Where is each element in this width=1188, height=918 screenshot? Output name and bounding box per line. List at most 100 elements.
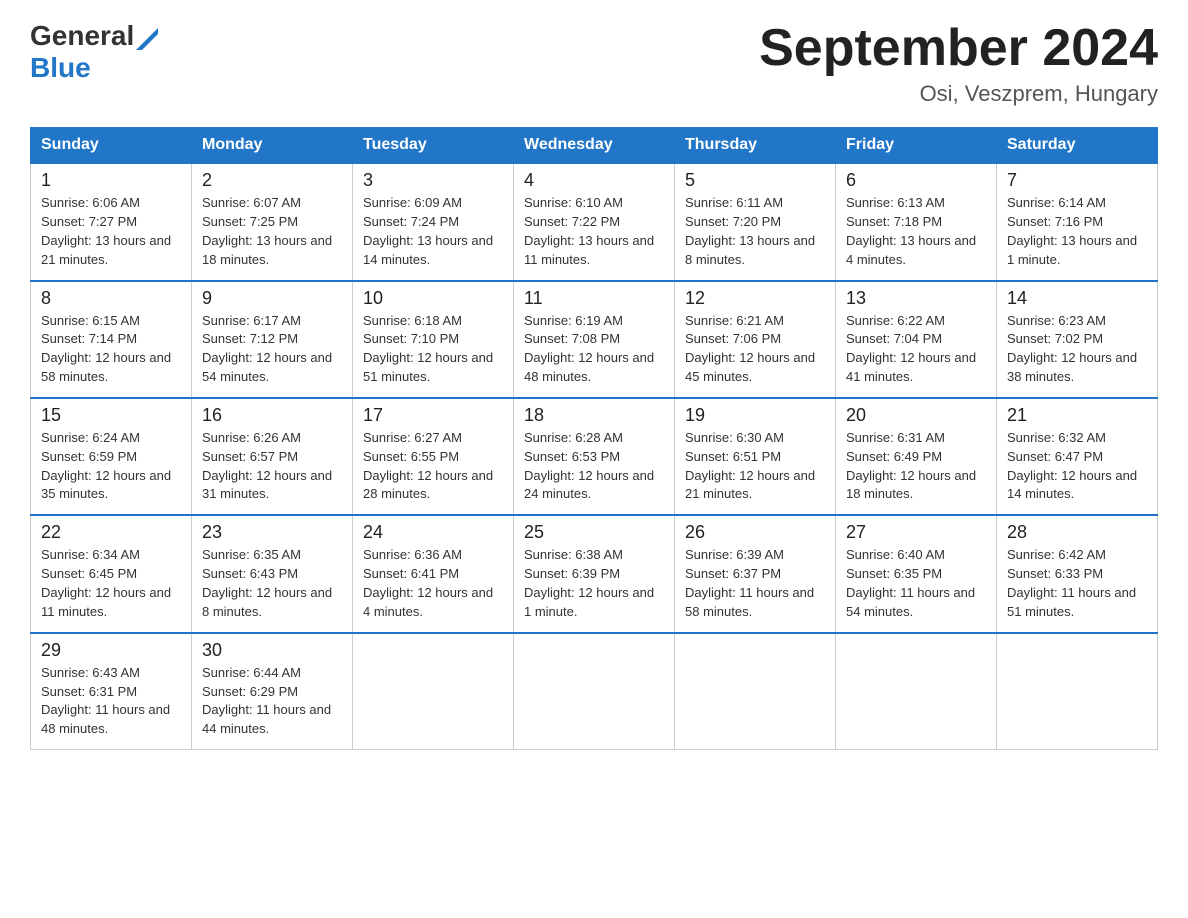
day-number: 30 <box>202 640 342 661</box>
day-of-week-header: Monday <box>192 128 353 164</box>
calendar-cell: 28Sunrise: 6:42 AMSunset: 6:33 PMDayligh… <box>997 515 1158 632</box>
day-number: 13 <box>846 288 986 309</box>
calendar-week-row: 15 Sunrise: 6:24 AMSunset: 6:59 PMDayligh… <box>31 398 1158 515</box>
logo-blue-text: Blue <box>30 52 91 83</box>
calendar-cell: 30 Sunrise: 6:44 AMSunset: 6:29 PMDayligh… <box>192 633 353 750</box>
calendar-week-row: 1 Sunrise: 6:06 AMSunset: 7:27 PMDaylight… <box>31 163 1158 280</box>
day-number: 14 <box>1007 288 1147 309</box>
day-number: 23 <box>202 522 342 543</box>
calendar-cell: 15 Sunrise: 6:24 AMSunset: 6:59 PMDayligh… <box>31 398 192 515</box>
logo-triangle-icon <box>136 22 158 50</box>
day-info: Sunrise: 6:07 AMSunset: 7:25 PMDaylight:… <box>202 194 342 269</box>
calendar-cell: 8 Sunrise: 6:15 AMSunset: 7:14 PMDaylight… <box>31 281 192 398</box>
day-number: 17 <box>363 405 503 426</box>
day-number: 11 <box>524 288 664 309</box>
day-info: Sunrise: 6:34 AMSunset: 6:45 PMDaylight:… <box>41 546 181 621</box>
day-number: 9 <box>202 288 342 309</box>
calendar-week-row: 8 Sunrise: 6:15 AMSunset: 7:14 PMDaylight… <box>31 281 1158 398</box>
day-number: 1 <box>41 170 181 191</box>
day-of-week-header: Sunday <box>31 128 192 164</box>
day-of-week-header: Saturday <box>997 128 1158 164</box>
day-info: Sunrise: 6:13 AMSunset: 7:18 PMDaylight:… <box>846 194 986 269</box>
day-number: 15 <box>41 405 181 426</box>
day-info: Sunrise: 6:28 AMSunset: 6:53 PMDaylight:… <box>524 429 664 504</box>
day-number: 8 <box>41 288 181 309</box>
day-number: 27 <box>846 522 986 543</box>
calendar-cell <box>514 633 675 750</box>
calendar-cell: 19 Sunrise: 6:30 AMSunset: 6:51 PMDayligh… <box>675 398 836 515</box>
logo-general-text: General <box>30 20 134 52</box>
day-number: 5 <box>685 170 825 191</box>
day-info: Sunrise: 6:23 AMSunset: 7:02 PMDaylight:… <box>1007 312 1147 387</box>
day-info: Sunrise: 6:36 AMSunset: 6:41 PMDaylight:… <box>363 546 503 621</box>
calendar-cell: 1 Sunrise: 6:06 AMSunset: 7:27 PMDaylight… <box>31 163 192 280</box>
day-number: 3 <box>363 170 503 191</box>
day-info: Sunrise: 6:18 AMSunset: 7:10 PMDaylight:… <box>363 312 503 387</box>
calendar-cell <box>997 633 1158 750</box>
calendar-cell: 3Sunrise: 6:09 AMSunset: 7:24 PMDaylight… <box>353 163 514 280</box>
day-number: 2 <box>202 170 342 191</box>
calendar-cell: 16 Sunrise: 6:26 AMSunset: 6:57 PMDayligh… <box>192 398 353 515</box>
day-number: 4 <box>524 170 664 191</box>
day-info: Sunrise: 6:30 AMSunset: 6:51 PMDaylight:… <box>685 429 825 504</box>
day-number: 19 <box>685 405 825 426</box>
day-number: 24 <box>363 522 503 543</box>
day-info: Sunrise: 6:24 AMSunset: 6:59 PMDaylight:… <box>41 429 181 504</box>
calendar-cell: 11 Sunrise: 6:19 AMSunset: 7:08 PMDayligh… <box>514 281 675 398</box>
calendar-cell: 20Sunrise: 6:31 AMSunset: 6:49 PMDayligh… <box>836 398 997 515</box>
logo: General Blue <box>30 20 158 84</box>
calendar-cell: 2 Sunrise: 6:07 AMSunset: 7:25 PMDaylight… <box>192 163 353 280</box>
day-info: Sunrise: 6:32 AMSunset: 6:47 PMDaylight:… <box>1007 429 1147 504</box>
day-info: Sunrise: 6:40 AMSunset: 6:35 PMDaylight:… <box>846 546 986 621</box>
calendar-cell: 18 Sunrise: 6:28 AMSunset: 6:53 PMDayligh… <box>514 398 675 515</box>
day-number: 6 <box>846 170 986 191</box>
day-number: 22 <box>41 522 181 543</box>
day-info: Sunrise: 6:43 AMSunset: 6:31 PMDaylight:… <box>41 664 181 739</box>
calendar-cell: 27 Sunrise: 6:40 AMSunset: 6:35 PMDayligh… <box>836 515 997 632</box>
calendar-cell: 29 Sunrise: 6:43 AMSunset: 6:31 PMDayligh… <box>31 633 192 750</box>
month-title: September 2024 <box>759 20 1158 77</box>
calendar-cell <box>353 633 514 750</box>
day-info: Sunrise: 6:38 AMSunset: 6:39 PMDaylight:… <box>524 546 664 621</box>
calendar-cell: 22 Sunrise: 6:34 AMSunset: 6:45 PMDayligh… <box>31 515 192 632</box>
calendar-cell: 23Sunrise: 6:35 AMSunset: 6:43 PMDayligh… <box>192 515 353 632</box>
day-number: 26 <box>685 522 825 543</box>
day-of-week-header: Wednesday <box>514 128 675 164</box>
day-info: Sunrise: 6:26 AMSunset: 6:57 PMDaylight:… <box>202 429 342 504</box>
day-number: 7 <box>1007 170 1147 191</box>
day-info: Sunrise: 6:19 AMSunset: 7:08 PMDaylight:… <box>524 312 664 387</box>
day-number: 18 <box>524 405 664 426</box>
day-info: Sunrise: 6:39 AMSunset: 6:37 PMDaylight:… <box>685 546 825 621</box>
calendar-cell: 21 Sunrise: 6:32 AMSunset: 6:47 PMDayligh… <box>997 398 1158 515</box>
calendar-cell: 7 Sunrise: 6:14 AMSunset: 7:16 PMDaylight… <box>997 163 1158 280</box>
day-info: Sunrise: 6:14 AMSunset: 7:16 PMDaylight:… <box>1007 194 1147 269</box>
calendar-week-row: 29 Sunrise: 6:43 AMSunset: 6:31 PMDayligh… <box>31 633 1158 750</box>
day-info: Sunrise: 6:06 AMSunset: 7:27 PMDaylight:… <box>41 194 181 269</box>
calendar-cell: 13 Sunrise: 6:22 AMSunset: 7:04 PMDayligh… <box>836 281 997 398</box>
calendar-cell: 14 Sunrise: 6:23 AMSunset: 7:02 PMDayligh… <box>997 281 1158 398</box>
day-info: Sunrise: 6:21 AMSunset: 7:06 PMDaylight:… <box>685 312 825 387</box>
calendar-cell: 4Sunrise: 6:10 AMSunset: 7:22 PMDaylight… <box>514 163 675 280</box>
day-number: 20 <box>846 405 986 426</box>
calendar-cell <box>836 633 997 750</box>
day-info: Sunrise: 6:22 AMSunset: 7:04 PMDaylight:… <box>846 312 986 387</box>
day-of-week-header: Friday <box>836 128 997 164</box>
calendar-header-row: SundayMondayTuesdayWednesdayThursdayFrid… <box>31 128 1158 164</box>
day-number: 29 <box>41 640 181 661</box>
calendar-cell: 9Sunrise: 6:17 AMSunset: 7:12 PMDaylight… <box>192 281 353 398</box>
day-info: Sunrise: 6:15 AMSunset: 7:14 PMDaylight:… <box>41 312 181 387</box>
calendar-cell: 12Sunrise: 6:21 AMSunset: 7:06 PMDayligh… <box>675 281 836 398</box>
day-number: 16 <box>202 405 342 426</box>
calendar-cell: 6 Sunrise: 6:13 AMSunset: 7:18 PMDaylight… <box>836 163 997 280</box>
calendar-cell: 25Sunrise: 6:38 AMSunset: 6:39 PMDayligh… <box>514 515 675 632</box>
day-of-week-header: Tuesday <box>353 128 514 164</box>
day-number: 10 <box>363 288 503 309</box>
calendar-cell: 5Sunrise: 6:11 AMSunset: 7:20 PMDaylight… <box>675 163 836 280</box>
calendar-cell: 17Sunrise: 6:27 AMSunset: 6:55 PMDayligh… <box>353 398 514 515</box>
day-number: 21 <box>1007 405 1147 426</box>
calendar-table: SundayMondayTuesdayWednesdayThursdayFrid… <box>30 127 1158 750</box>
calendar-cell: 24 Sunrise: 6:36 AMSunset: 6:41 PMDayligh… <box>353 515 514 632</box>
calendar-cell: 10 Sunrise: 6:18 AMSunset: 7:10 PMDayligh… <box>353 281 514 398</box>
day-info: Sunrise: 6:44 AMSunset: 6:29 PMDaylight:… <box>202 664 342 739</box>
location-subtitle: Osi, Veszprem, Hungary <box>759 81 1158 107</box>
